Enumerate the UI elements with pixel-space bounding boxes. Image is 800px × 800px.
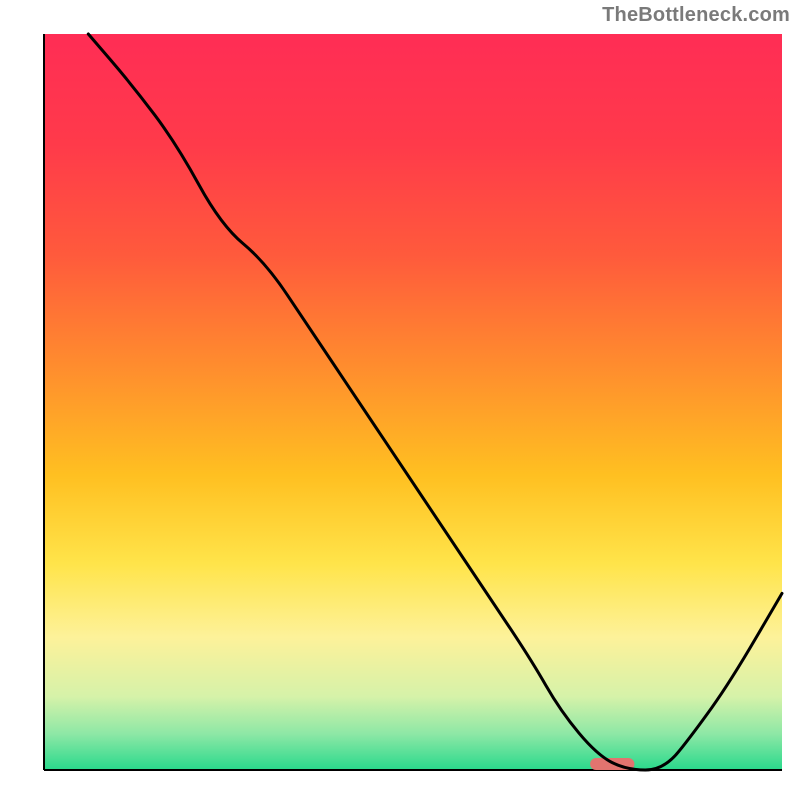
watermark-text: TheBottleneck.com [602,4,790,27]
plot-background [44,34,782,770]
chart-container: TheBottleneck.com [0,0,800,800]
bottleneck-chart [0,0,800,800]
